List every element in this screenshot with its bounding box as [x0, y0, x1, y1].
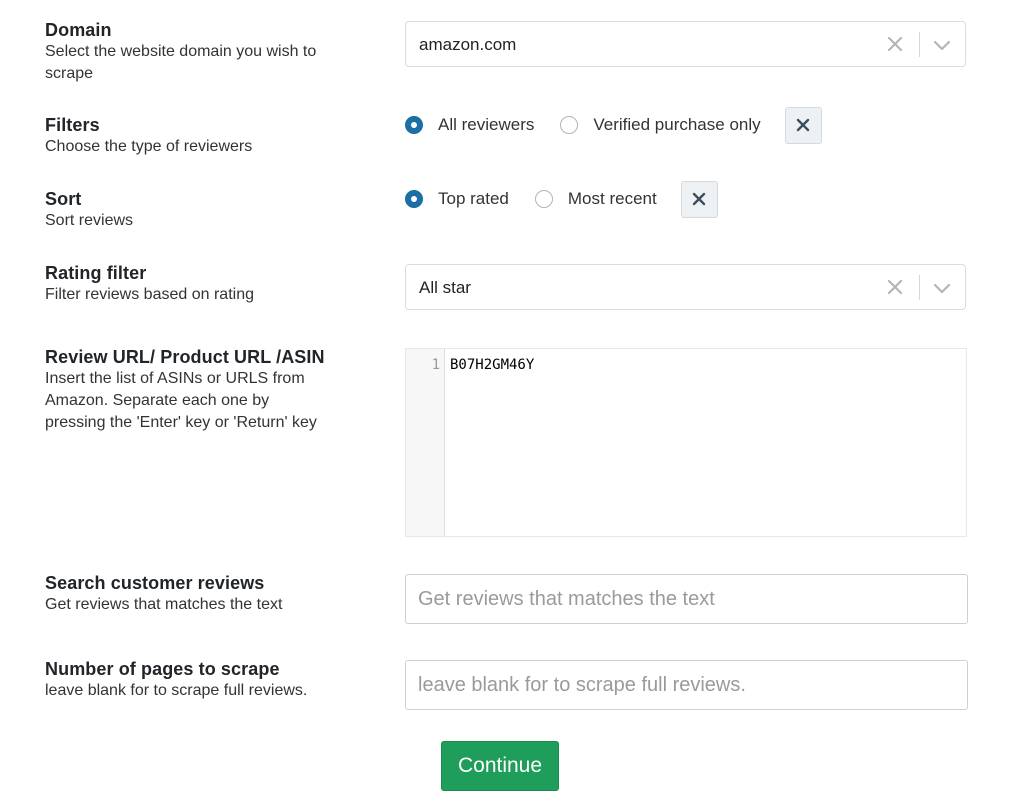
radio-label: All reviewers	[438, 115, 535, 134]
filters-description: Choose the type of reviewers	[45, 138, 253, 155]
domain-label-block: Domain Select the website domain you wis…	[45, 19, 345, 85]
filters-label-block: Filters Choose the type of reviewers	[45, 114, 345, 158]
search-reviews-title: Search customer reviews	[45, 573, 265, 593]
filters-clear-button[interactable]	[784, 106, 822, 144]
radio-button-checked[interactable]	[405, 190, 423, 208]
select-separator	[919, 275, 920, 300]
radio-button[interactable]	[534, 190, 553, 208]
radio-label: Top rated	[438, 189, 509, 208]
asin-code-editor[interactable]: 1 B07H2GM46Y	[405, 348, 967, 537]
pages-description: leave blank for to scrape full reviews.	[45, 682, 308, 699]
review-urls-title: Review URL/ Product URL /ASIN	[45, 347, 325, 367]
sort-top-rated[interactable]: Top rated	[405, 189, 509, 209]
close-icon[interactable]	[885, 34, 905, 54]
scraper-form: Domain Select the website domain you wis…	[0, 0, 1026, 802]
filters-title: Filters	[45, 115, 100, 135]
pages-label-block: Number of pages to scrape leave blank fo…	[45, 658, 345, 702]
chevron-down-icon[interactable]	[931, 277, 953, 299]
domain-select[interactable]: amazon.com	[405, 21, 966, 67]
filter-all-reviewers[interactable]: All reviewers	[405, 115, 534, 135]
search-reviews-description: Get reviews that matches the text	[45, 596, 283, 613]
line-number: 1	[431, 357, 440, 373]
search-reviews-input[interactable]	[405, 574, 968, 624]
domain-title: Domain	[45, 20, 112, 40]
review-urls-description: Insert the list of ASINs or URLS from Am…	[45, 370, 317, 431]
rating-filter-title: Rating filter	[45, 263, 147, 283]
radio-label: Verified purchase only	[593, 115, 761, 134]
radio-button[interactable]	[560, 116, 579, 134]
filter-verified-purchase[interactable]: Verified purchase only	[560, 115, 761, 135]
filters-radio-group: All reviewers Verified purchase only	[405, 106, 822, 144]
editor-gutter: 1	[406, 349, 445, 536]
sort-label-block: Sort Sort reviews	[45, 188, 345, 232]
radio-label: Most recent	[567, 189, 657, 208]
rating-filter-select-value: All star	[419, 278, 471, 297]
sort-most-recent[interactable]: Most recent	[534, 189, 657, 209]
search-reviews-label-block: Search customer reviews Get reviews that…	[45, 572, 345, 616]
rating-filter-description: Filter reviews based on rating	[45, 286, 254, 303]
sort-title: Sort	[45, 189, 82, 209]
close-icon	[693, 192, 706, 206]
sort-clear-button[interactable]	[680, 180, 718, 218]
continue-button[interactable]: Continue	[441, 741, 559, 791]
editor-content[interactable]: B07H2GM46Y	[450, 357, 534, 373]
sort-radio-group: Top rated Most recent	[405, 180, 718, 218]
review-urls-label-block: Review URL/ Product URL /ASIN Insert the…	[45, 346, 345, 434]
close-icon[interactable]	[885, 277, 905, 297]
rating-filter-select[interactable]: All star	[405, 264, 966, 310]
pages-title: Number of pages to scrape	[45, 659, 280, 679]
radio-button-checked[interactable]	[405, 116, 423, 134]
domain-description: Select the website domain you wish to sc…	[45, 43, 317, 82]
close-icon	[796, 118, 810, 132]
sort-description: Sort reviews	[45, 212, 134, 229]
pages-input[interactable]	[405, 660, 968, 710]
rating-filter-label-block: Rating filter Filter reviews based on ra…	[45, 262, 345, 306]
chevron-down-icon[interactable]	[931, 34, 953, 56]
select-separator	[919, 32, 920, 57]
domain-select-value: amazon.com	[419, 35, 517, 54]
